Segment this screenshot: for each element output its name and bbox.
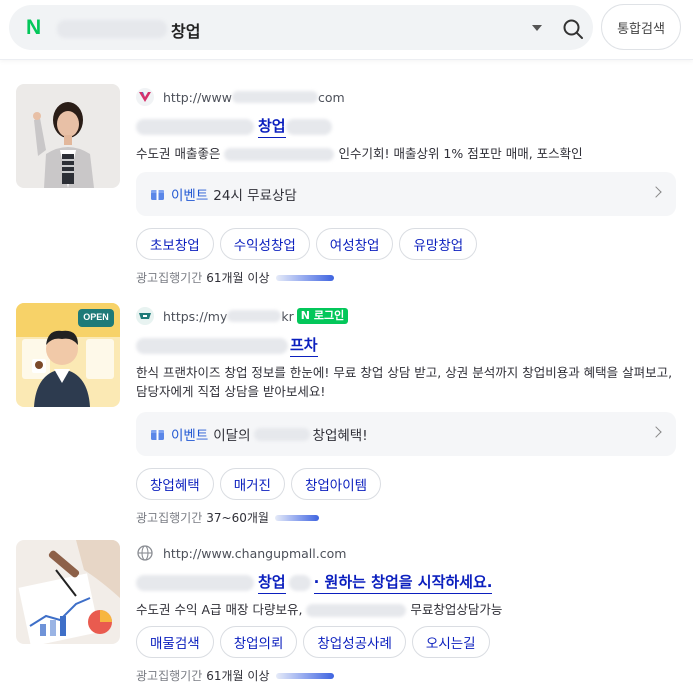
tag-button[interactable]: 수익성창업	[219, 228, 310, 260]
blurred-title-end	[285, 118, 332, 135]
blurred-event	[253, 427, 310, 441]
url-suffix: com	[317, 89, 345, 105]
blurred-title	[136, 337, 288, 354]
favicon-icon	[136, 307, 154, 325]
period-label: 광고집행기간	[136, 511, 203, 525]
search-box[interactable]: N 창업	[9, 5, 593, 50]
ad-title[interactable]: 창업 · 원하는 창업을 시작하세요.	[136, 571, 676, 594]
blurred-url	[231, 91, 318, 103]
url-prefix: https://my	[163, 308, 228, 324]
ad-title-text[interactable]: 창업	[258, 115, 286, 138]
ad-item-2: OPEN https://my kr N 로그인 프차 한식 프랜차이즈 창업 …	[0, 303, 693, 526]
tag-button[interactable]: 창업아이템	[290, 468, 382, 500]
ad-thumbnail[interactable]	[16, 540, 120, 644]
tag-button[interactable]: 초보창업	[136, 228, 214, 260]
ad-content: http://www.changupmall.com 창업 · 원하는 창업을 …	[136, 544, 676, 684]
ad-tags: 초보창업 수익성창업 여성창업 유망창업	[136, 228, 676, 260]
desc-prefix: 수도권 매출좋은	[136, 146, 221, 161]
ad-item-1: http://www com 창업 수도권 매출좋은 인수기회! 매출상위 1%…	[0, 84, 693, 286]
period-bar	[275, 274, 334, 281]
blurred-desc	[224, 148, 335, 161]
ad-content: http://www com 창업 수도권 매출좋은 인수기회! 매출상위 1%…	[136, 88, 676, 286]
tag-button[interactable]: 창업혜택	[136, 468, 214, 500]
ad-period: 광고집행기간 37~60개월	[136, 509, 676, 526]
period-value: 61개월 이상	[206, 669, 270, 683]
desc-suffix: 무료창업상담가능	[410, 602, 503, 617]
ad-tags: 창업혜택 매거진 창업아이템	[136, 468, 676, 500]
url-prefix: http://www	[163, 89, 232, 105]
gift-icon	[151, 430, 164, 440]
naver-logo[interactable]: N	[26, 17, 46, 38]
desc-suffix: 인수기회! 매출상위 1% 점포만 매매, 포스확인	[338, 146, 583, 161]
ad-item-3: http://www.changupmall.com 창업 · 원하는 창업을 …	[0, 540, 693, 698]
tag-button[interactable]: 매거진	[219, 468, 285, 500]
event-prefix: 이달의	[213, 428, 251, 444]
ad-tags: 매물검색 창업의뢰 창업성공사례 오시는길	[136, 626, 676, 658]
event-label: 이벤트	[171, 428, 209, 444]
period-label: 광고집행기간	[136, 271, 203, 285]
url-suffix: kr	[281, 308, 294, 324]
ad-image-charts	[16, 540, 120, 644]
period-bar	[274, 514, 319, 521]
ad-thumbnail[interactable]	[16, 84, 120, 188]
ad-title[interactable]: 창업	[136, 115, 676, 138]
ad-content: https://my kr N 로그인 프차 한식 프랜차이즈 창업 정보를 한…	[136, 307, 676, 526]
period-value: 37~60개월	[206, 511, 269, 525]
blurred-title-gap	[288, 574, 311, 591]
ad-description: 한식 프랜차이즈 창업 정보를 한눈에! 무료 창업 상담 받고, 상권 분석까…	[136, 365, 673, 399]
event-suffix: 창업혜택!	[312, 428, 368, 444]
ad-url[interactable]: https://my kr N 로그인	[136, 307, 676, 325]
search-header: N 창업 통합검색	[0, 0, 693, 60]
open-sign: OPEN	[83, 312, 109, 322]
blurred-query-text	[57, 20, 167, 38]
ad-description: 수도권 수익 A급 매장 다량보유, 무료창업상담가능	[136, 600, 676, 619]
chevron-right-icon	[650, 186, 662, 198]
event-label: 이벤트	[171, 188, 209, 204]
desc-prefix: 수도권 수익 A급 매장 다량보유,	[136, 602, 303, 617]
globe-icon	[136, 544, 154, 562]
tag-button[interactable]: 창업의뢰	[219, 626, 298, 658]
ad-url[interactable]: http://www com	[136, 88, 676, 106]
ad-image-woman	[16, 84, 120, 188]
total-search-button[interactable]: 통합검색	[601, 4, 681, 50]
tag-button[interactable]: 창업성공사례	[303, 626, 406, 658]
blurred-title	[136, 574, 254, 591]
event-text: 24시 무료상담	[213, 188, 297, 204]
ad-title[interactable]: 프차	[136, 334, 676, 357]
blurred-url	[227, 310, 282, 322]
ad-url[interactable]: http://www.changupmall.com	[136, 544, 676, 562]
tag-button[interactable]: 오시는길	[411, 626, 490, 658]
ad-thumbnail[interactable]: OPEN	[16, 303, 120, 407]
blurred-title	[136, 118, 254, 135]
period-bar	[275, 672, 334, 679]
favicon-icon	[136, 88, 154, 106]
event-banner[interactable]: 이벤트 24시 무료상담	[136, 172, 676, 216]
ad-description: 수도권 매출좋은 인수기회! 매출상위 1% 점포만 매매, 포스확인	[136, 144, 676, 163]
ad-title-mid[interactable]: 창업	[258, 571, 286, 594]
period-label: 광고집행기간	[136, 669, 203, 683]
period-value: 61개월 이상	[206, 271, 270, 285]
chevron-down-icon[interactable]	[532, 25, 542, 31]
gift-icon	[151, 190, 164, 200]
ad-period: 광고집행기간 61개월 이상	[136, 269, 676, 286]
tag-button[interactable]: 유망창업	[399, 228, 478, 260]
tag-button[interactable]: 매물검색	[136, 626, 214, 658]
search-query[interactable]: 창업	[171, 18, 200, 42]
event-banner[interactable]: 이벤트 이달의 창업혜택!	[136, 412, 676, 456]
search-icon[interactable]	[562, 18, 584, 40]
ad-title-end[interactable]: · 원하는 창업을 시작하세요.	[313, 571, 493, 594]
naver-login-badge[interactable]: N 로그인	[296, 308, 349, 324]
chevron-right-icon	[650, 426, 662, 438]
ad-period: 광고집행기간 61개월 이상	[136, 667, 676, 684]
url-text: http://www.changupmall.com	[163, 545, 347, 561]
login-badge-label: 로그인	[313, 309, 345, 322]
tag-button[interactable]: 여성창업	[315, 228, 394, 260]
ad-title-text[interactable]: 프차	[290, 334, 318, 357]
blurred-desc	[306, 604, 407, 617]
